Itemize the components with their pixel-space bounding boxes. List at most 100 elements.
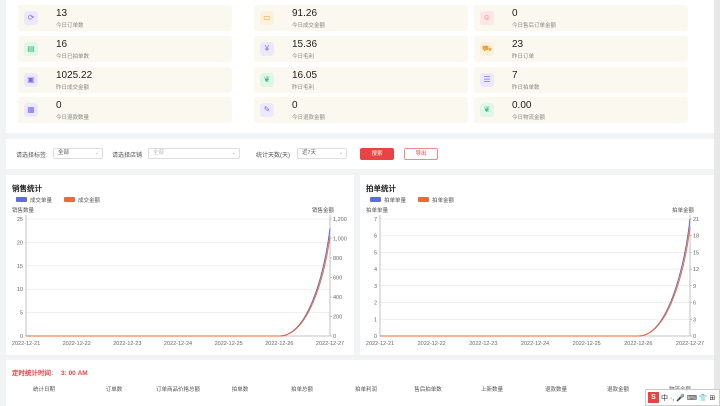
y-tick-label-right: 800 [333,256,342,262]
y-tick-label-right: 21 [693,217,699,223]
table-header-cell: 上新数量 [480,387,504,393]
stat-label: 今日售后订单金额 [512,23,557,29]
stat-value: 16 [56,39,68,50]
days-select[interactable]: 近7天 ⌄ [297,148,347,159]
x-tick-label: 2022-12-23 [469,341,497,347]
user-icon: ☺ [480,11,494,25]
stat-card: ❦ 16.05 昨日毛利 [254,67,468,93]
y-tick-label-left: 0 [20,334,23,340]
stat-card: ❦ 0.00 今日物流金额 [474,97,688,123]
ime-toolbar[interactable]: S 中 ·, 🎤 ⌨ 👕 ⊞ [645,389,720,406]
stat-card: ▤ 16 今日已拍单数 [18,36,232,62]
stat-value: 91.26 [292,8,318,19]
x-tick-label: 2022-12-22 [63,341,91,347]
x-tick-label: 2022-12-25 [215,341,243,347]
stat-card: ☰ 7 昨日拍单数 [474,67,688,93]
search-button[interactable]: 搜索 [360,148,394,160]
y-tick-label-right: 600 [333,276,342,282]
stat-label: 今日毛利 [292,54,315,60]
coin-icon: ¥ [260,42,274,56]
x-tick-label: 2022-12-24 [521,341,549,347]
ime-buttons[interactable]: 中 ·, 🎤 ⌨ 👕 ⊞ [661,393,715,403]
stat-label: 今日物流金额 [512,115,546,121]
y-tick-label-left: 25 [17,217,23,223]
stat-label: 今日退款数量 [56,115,90,121]
table-header-cell: 拍单总额 [290,387,314,393]
y-tick-label-left: 0 [374,334,377,340]
y-tick-label-left: 2 [374,301,377,307]
y-axis-title-right: 拍单金额 [672,206,695,214]
stat-card: ▭ 91.26 今日成交金额 [254,5,468,31]
wallet-icon: ▭ [260,11,274,25]
stat-value: 1025.22 [56,70,93,81]
tag-select[interactable]: 全部 ⌄ [53,148,103,159]
x-tick-label: 2022-12-21 [12,341,40,347]
x-tick-label: 2022-12-22 [418,341,446,347]
stat-value: 0.00 [512,100,532,111]
doc-icon: ▦ [24,103,38,117]
legend-label: 成交金额 [78,196,101,204]
leaf-icon: ❦ [260,73,274,87]
x-tick-label: 2022-12-27 [316,341,344,347]
legend-swatch [370,197,381,202]
y-tick-label-right: 9 [693,284,696,290]
chevron-down-icon: ⌄ [231,150,236,156]
stat-label: 今日退款金额 [292,115,326,121]
shop-select[interactable]: 全部 ⌄ [148,148,240,159]
stat-card: ☺ 0 今日售后订单金额 [474,5,688,31]
x-tick-label: 2022-12-24 [164,341,192,347]
scrollbar[interactable] [714,0,720,406]
stat-card: ✎ 0 今日退款金额 [254,97,468,123]
tag-filter-label: 请选择标签: [16,153,48,159]
filter-bar: 请选择标签: 全部 ⌄ 请选择店铺 全部 ⌄ 统计天数(天) 近7天 ⌄ 搜索 导出 [6,139,714,169]
x-tick-label: 2022-12-26 [624,341,652,347]
stat-card: ¥15.36 今日毛利 [254,36,468,62]
x-tick-label: 2022-12-27 [676,341,704,347]
x-tick-label: 2022-12-23 [113,341,141,347]
y-tick-label-left: 5 [20,311,23,317]
stat-value: 0 [56,100,62,111]
export-button[interactable]: 导出 [404,148,438,160]
series-line-1 [380,227,691,337]
stat-label: 今日已拍单数 [56,54,90,60]
table-header-cell: 售后拍单数 [414,387,442,393]
sogou-logo-icon: S [648,392,659,403]
chevron-down-icon: ⌄ [338,150,343,156]
y-tick-label-right: 0 [693,334,696,340]
y-tick-label-right: 6 [693,301,696,307]
y-tick-label-right: 15 [693,250,699,256]
series-line-0 [380,218,691,337]
y-axis-title-left: 销售数量 [12,206,35,214]
y-tick-label-right: 3 [693,317,696,323]
table-header-cell: 订单数 [105,387,123,393]
legend-swatch [64,197,75,202]
stat-card: ▣ 1025.22 昨日成交金额 [18,67,232,93]
stat-card: ▦ 0 今日退款数量 [18,97,232,123]
legend-label: 成交单量 [30,196,53,204]
shop-filter-label: 请选择店铺 [112,153,143,159]
order-chart-panel: 拍单统计 拍单单量 拍单金额 拍单单量 拍单金额 0 1 2 3 4 5 6 7 0 3 6 9 12 15 18 2… [360,175,714,355]
table-header-cell: 退款数量 [544,387,568,393]
y-tick-label-left: 4 [374,267,377,273]
table-header-cell: 订单商品价格总额 [155,387,201,393]
y-tick-label-right: 1,200 [333,217,347,223]
stat-card: ⛟ 23 昨日订单 [474,36,688,62]
stat-label: 昨日毛利 [292,85,315,91]
series-line-1 [26,235,331,337]
y-tick-label-left: 15 [17,264,23,270]
stat-value: 15.36 [292,39,318,50]
x-tick-label: 2022-12-25 [573,341,601,347]
days-filter-label: 统计天数(天) [256,153,290,159]
table-header: 统计日期 订单数 订单商品价格总额 拍单数 拍单总额 拍单利润 售后拍单数 上新数量 退款数量 退… [6,382,714,396]
money-icon: ▣ [24,73,38,87]
y-tick-label-left: 20 [17,240,23,246]
legend-swatch [16,197,27,202]
y-tick-label-left: 6 [374,234,377,240]
chevron-down-icon: ⌄ [94,150,99,156]
stat-value: 13 [56,8,68,19]
y-tick-label-left: 5 [374,250,377,256]
legend-label: 拍单金额 [432,196,455,204]
series-line-0 [26,228,331,337]
y-tick-label-left: 1 [374,317,377,323]
order-chart: 拍单单量 拍单金额拍单单量 拍单金额012345670369121518212022… [366,196,704,347]
